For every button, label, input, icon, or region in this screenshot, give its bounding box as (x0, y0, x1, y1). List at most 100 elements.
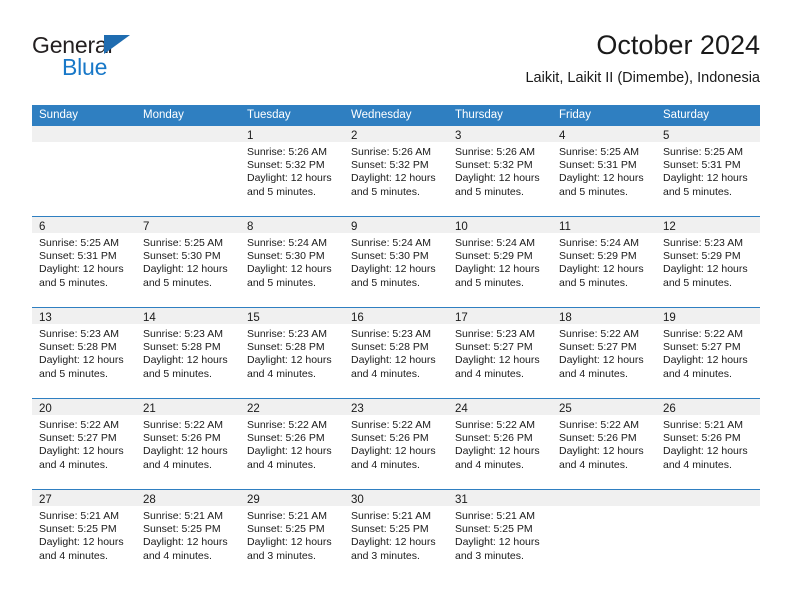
sunrise-text: Sunrise: 5:22 AM (455, 419, 535, 431)
weekday-header-wednesday: Wednesday (351, 109, 412, 121)
calendar-day-cell[interactable]: 2 Sunrise: 5:26 AM Sunset: 5:32 PM Daylight… (344, 126, 448, 216)
sunrise-text: Sunrise: 5:22 AM (559, 419, 639, 431)
sunrise-text: Sunrise: 5:22 AM (351, 419, 431, 431)
sunset-text: Sunset: 5:27 PM (455, 341, 533, 354)
calendar-day-cell[interactable]: 30 Sunrise: 5:21 AM Sunset: 5:25 PM Dayligh… (344, 490, 448, 580)
daylight-text: Daylight: 12 hours and 4 minutes. (351, 445, 436, 471)
sunrise-text: Sunrise: 5:25 AM (143, 237, 223, 249)
day-number-band (32, 126, 136, 142)
day-number-band: 9 (344, 217, 448, 233)
calendar-day-cell[interactable]: 12 Sunrise: 5:23 AM Sunset: 5:29 PM Dayligh… (656, 217, 760, 307)
calendar-day-cell[interactable]: 19 Sunrise: 5:22 AM Sunset: 5:27 PM Dayligh… (656, 308, 760, 398)
calendar-day-cell-empty (32, 126, 136, 216)
sunrise-text: Sunrise: 5:21 AM (39, 510, 119, 522)
calendar-day-cell[interactable]: 10 Sunrise: 5:24 AM Sunset: 5:29 PM Dayligh… (448, 217, 552, 307)
daylight-text: Daylight: 12 hours and 5 minutes. (455, 263, 540, 289)
sunset-text: Sunset: 5:27 PM (663, 341, 741, 354)
sunrise-text: Sunrise: 5:24 AM (351, 237, 431, 249)
daylight-text: Daylight: 12 hours and 4 minutes. (39, 536, 124, 562)
day-number-band: 7 (136, 217, 240, 233)
sunset-text: Sunset: 5:28 PM (143, 341, 221, 354)
calendar-day-cell[interactable]: 23 Sunrise: 5:22 AM Sunset: 5:26 PM Dayligh… (344, 399, 448, 489)
calendar-day-cell[interactable]: 7 Sunrise: 5:25 AM Sunset: 5:30 PM Daylight… (136, 217, 240, 307)
sunset-text: Sunset: 5:25 PM (143, 523, 221, 536)
sunset-text: Sunset: 5:26 PM (559, 432, 637, 445)
calendar-day-cell[interactable]: 24 Sunrise: 5:22 AM Sunset: 5:26 PM Dayligh… (448, 399, 552, 489)
calendar-day-cell[interactable]: 8 Sunrise: 5:24 AM Sunset: 5:30 PM Daylight… (240, 217, 344, 307)
calendar-day-cell[interactable]: 25 Sunrise: 5:22 AM Sunset: 5:26 PM Dayligh… (552, 399, 656, 489)
daylight-text: Daylight: 12 hours and 4 minutes. (455, 445, 540, 471)
calendar-day-cell[interactable]: 15 Sunrise: 5:23 AM Sunset: 5:28 PM Dayligh… (240, 308, 344, 398)
day-number: 19 (663, 312, 676, 324)
sunrise-text: Sunrise: 5:24 AM (247, 237, 327, 249)
sunset-text: Sunset: 5:32 PM (247, 159, 325, 172)
daylight-text: Daylight: 12 hours and 5 minutes. (663, 263, 748, 289)
day-number-band: 23 (344, 399, 448, 415)
day-sun-info: Sunrise: 5:22 AM Sunset: 5:26 PM Daylight:… (240, 415, 344, 472)
day-number: 3 (455, 130, 462, 142)
calendar-day-cell[interactable]: 1 Sunrise: 5:26 AM Sunset: 5:32 PM Daylight… (240, 126, 344, 216)
calendar-day-cell[interactable]: 6 Sunrise: 5:25 AM Sunset: 5:31 PM Daylight… (32, 217, 136, 307)
day-sun-info: Sunrise: 5:25 AM Sunset: 5:31 PM Daylight:… (656, 142, 760, 199)
calendar-week-row: 1 Sunrise: 5:26 AM Sunset: 5:32 PM Daylight… (32, 126, 760, 216)
calendar-day-cell[interactable]: 5 Sunrise: 5:25 AM Sunset: 5:31 PM Daylight… (656, 126, 760, 216)
day-sun-info: Sunrise: 5:22 AM Sunset: 5:26 PM Daylight:… (552, 415, 656, 472)
calendar-day-cell-empty (552, 490, 656, 580)
daylight-text: Daylight: 12 hours and 5 minutes. (351, 263, 436, 289)
weekday-header-friday: Friday (559, 109, 591, 121)
calendar-day-cell[interactable]: 29 Sunrise: 5:21 AM Sunset: 5:25 PM Dayligh… (240, 490, 344, 580)
calendar-grid: Sunday Monday Tuesday Wednesday Thursday… (32, 105, 760, 580)
day-number-band: 28 (136, 490, 240, 506)
calendar-day-cell[interactable]: 26 Sunrise: 5:21 AM Sunset: 5:26 PM Dayligh… (656, 399, 760, 489)
calendar-day-cell[interactable]: 22 Sunrise: 5:22 AM Sunset: 5:26 PM Dayligh… (240, 399, 344, 489)
day-number-band: 25 (552, 399, 656, 415)
sunset-text: Sunset: 5:30 PM (247, 250, 325, 263)
calendar-day-cell[interactable]: 14 Sunrise: 5:23 AM Sunset: 5:28 PM Dayligh… (136, 308, 240, 398)
calendar-day-cell[interactable]: 27 Sunrise: 5:21 AM Sunset: 5:25 PM Dayligh… (32, 490, 136, 580)
day-number-band: 5 (656, 126, 760, 142)
sunrise-text: Sunrise: 5:23 AM (351, 328, 431, 340)
day-number: 5 (663, 130, 670, 142)
day-number: 1 (247, 130, 254, 142)
sunrise-text: Sunrise: 5:24 AM (455, 237, 535, 249)
sunset-text: Sunset: 5:26 PM (247, 432, 325, 445)
calendar-day-cell[interactable]: 20 Sunrise: 5:22 AM Sunset: 5:27 PM Dayligh… (32, 399, 136, 489)
logo-text-blue: Blue (62, 54, 108, 80)
calendar-day-cell[interactable]: 17 Sunrise: 5:23 AM Sunset: 5:27 PM Dayligh… (448, 308, 552, 398)
calendar-day-cell[interactable]: 28 Sunrise: 5:21 AM Sunset: 5:25 PM Dayligh… (136, 490, 240, 580)
sunset-text: Sunset: 5:25 PM (247, 523, 325, 536)
daylight-text: Daylight: 12 hours and 4 minutes. (143, 445, 228, 471)
day-number-band: 22 (240, 399, 344, 415)
day-sun-info: Sunrise: 5:21 AM Sunset: 5:25 PM Daylight:… (136, 506, 240, 563)
day-number-band: 30 (344, 490, 448, 506)
calendar-day-cell[interactable]: 31 Sunrise: 5:21 AM Sunset: 5:25 PM Dayligh… (448, 490, 552, 580)
day-sun-info: Sunrise: 5:25 AM Sunset: 5:30 PM Daylight:… (136, 233, 240, 290)
calendar-day-cell[interactable]: 4 Sunrise: 5:25 AM Sunset: 5:31 PM Daylight… (552, 126, 656, 216)
day-sun-info: Sunrise: 5:23 AM Sunset: 5:28 PM Daylight:… (240, 324, 344, 381)
daylight-text: Daylight: 12 hours and 3 minutes. (351, 536, 436, 562)
sunrise-text: Sunrise: 5:23 AM (247, 328, 327, 340)
sunset-text: Sunset: 5:30 PM (143, 250, 221, 263)
sunrise-text: Sunrise: 5:26 AM (455, 146, 535, 158)
day-sun-info: Sunrise: 5:21 AM Sunset: 5:25 PM Daylight:… (32, 506, 136, 563)
calendar-day-cell[interactable]: 11 Sunrise: 5:24 AM Sunset: 5:29 PM Dayligh… (552, 217, 656, 307)
sunrise-text: Sunrise: 5:23 AM (455, 328, 535, 340)
day-sun-info: Sunrise: 5:22 AM Sunset: 5:27 PM Daylight:… (552, 324, 656, 381)
calendar-week-row: 27 Sunrise: 5:21 AM Sunset: 5:25 PM Dayligh… (32, 489, 760, 580)
calendar-day-cell[interactable]: 21 Sunrise: 5:22 AM Sunset: 5:26 PM Dayligh… (136, 399, 240, 489)
sunset-text: Sunset: 5:32 PM (351, 159, 429, 172)
sunrise-text: Sunrise: 5:21 AM (455, 510, 535, 522)
day-number: 30 (351, 494, 364, 506)
general-blue-logo[interactable]: General Blue (32, 32, 232, 90)
calendar-day-cell[interactable]: 18 Sunrise: 5:22 AM Sunset: 5:27 PM Dayligh… (552, 308, 656, 398)
calendar-day-cell-empty (656, 490, 760, 580)
calendar-day-cell[interactable]: 3 Sunrise: 5:26 AM Sunset: 5:32 PM Daylight… (448, 126, 552, 216)
calendar-day-cell[interactable]: 16 Sunrise: 5:23 AM Sunset: 5:28 PM Dayligh… (344, 308, 448, 398)
day-number-band (136, 126, 240, 142)
calendar-day-cell[interactable]: 13 Sunrise: 5:23 AM Sunset: 5:28 PM Dayligh… (32, 308, 136, 398)
calendar-day-cell[interactable]: 9 Sunrise: 5:24 AM Sunset: 5:30 PM Daylight… (344, 217, 448, 307)
daylight-text: Daylight: 12 hours and 5 minutes. (351, 172, 436, 198)
day-number-band: 14 (136, 308, 240, 324)
day-sun-info: Sunrise: 5:23 AM Sunset: 5:28 PM Daylight:… (136, 324, 240, 381)
calendar-day-cell-empty (136, 126, 240, 216)
